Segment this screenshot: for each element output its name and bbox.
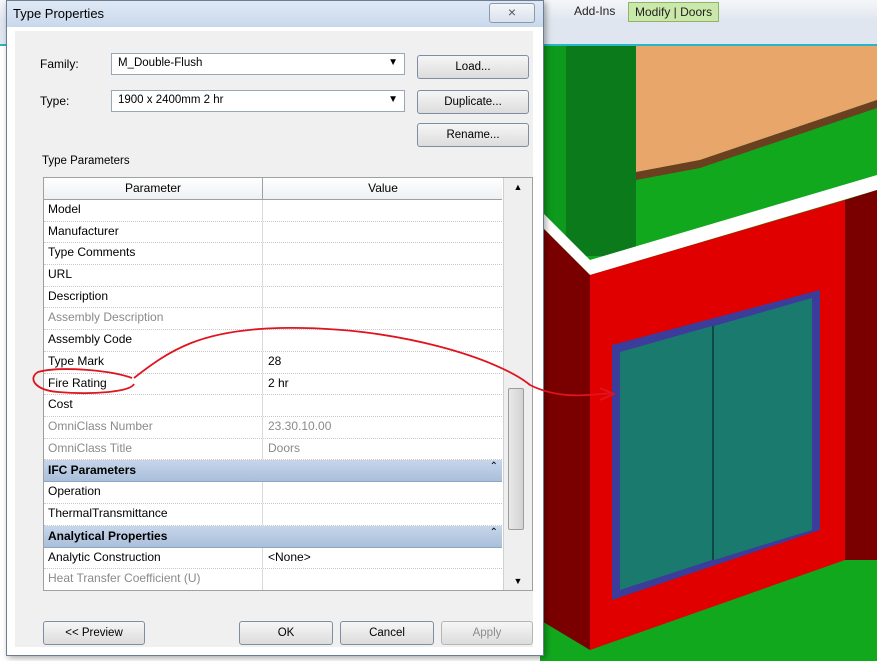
param-value: 23.30.10.00: [268, 418, 332, 433]
cancel-button[interactable]: Cancel: [340, 621, 434, 645]
param-name: OmniClass Title: [48, 440, 133, 455]
dialog-titlebar[interactable]: Type Properties ×: [7, 1, 543, 27]
close-icon: ×: [507, 4, 517, 20]
rename-button[interactable]: Rename...: [417, 123, 529, 147]
dialog-body: Family: M_Double-Flush ▼ Load... Type: 1…: [15, 31, 533, 647]
door-left-leaf: [620, 326, 712, 590]
chevron-down-icon: ▼: [388, 57, 398, 68]
table-row[interactable]: URL: [44, 265, 502, 287]
table-row[interactable]: Operation: [44, 482, 502, 504]
load-button[interactable]: Load...: [417, 55, 529, 79]
family-label: Family:: [40, 57, 79, 71]
table-row[interactable]: Description: [44, 286, 502, 309]
table-row[interactable]: Model: [44, 200, 502, 222]
wall-dark-side: [540, 225, 590, 650]
type-properties-dialog: Type Properties × Family: M_Double-Flush…: [6, 0, 544, 656]
chevron-down-icon: ▼: [388, 94, 398, 105]
param-value[interactable]: <None>: [268, 550, 311, 564]
param-name: Type Comments: [48, 245, 136, 260]
table-row[interactable]: Assembly Code: [44, 330, 502, 352]
grid-header: Parameter Value: [44, 178, 502, 200]
param-name: Operation: [48, 484, 101, 499]
column-header-value[interactable]: Value: [263, 181, 503, 195]
type-parameters-label: Type Parameters: [42, 155, 130, 167]
param-name: Analytic Construction: [48, 549, 161, 564]
type-value: 1900 x 2400mm 2 hr: [118, 94, 224, 106]
table-row[interactable]: Type Comments: [44, 243, 502, 266]
param-name: Manufacturer: [48, 223, 119, 238]
door-right-leaf: [714, 298, 812, 560]
param-name: Assembly Code: [48, 332, 133, 347]
grid-scrollbar[interactable]: ▲ ▼: [503, 178, 532, 590]
param-name: ThermalTransmittance: [48, 505, 168, 520]
ribbon-tab-addins[interactable]: Add-Ins: [568, 2, 621, 20]
grid-rows: Model Manufacturer Type Comments URL Des…: [44, 200, 502, 590]
scroll-thumb[interactable]: [508, 388, 524, 530]
table-row[interactable]: OmniClass Title Doors: [44, 438, 502, 461]
wall-return: [845, 190, 877, 560]
table-row[interactable]: Heat Transfer Coefficient (U): [44, 569, 502, 590]
type-label: Type:: [40, 94, 70, 108]
param-name: Cost: [48, 397, 73, 412]
ribbon-tab-modify-doors[interactable]: Modify | Doors: [628, 2, 720, 22]
column-header-parameter[interactable]: Parameter: [44, 181, 262, 195]
type-dropdown[interactable]: 1900 x 2400mm 2 hr ▼: [111, 90, 405, 112]
param-name: Type Mark: [48, 353, 105, 368]
param-name: Model: [48, 202, 81, 216]
type-parameters-grid: Parameter Value Model Manufacturer Type …: [43, 177, 533, 591]
family-dropdown[interactable]: M_Double-Flush ▼: [111, 53, 405, 75]
param-value[interactable]: 28: [268, 354, 281, 368]
table-row-fire-rating[interactable]: Fire Rating 2 hr: [44, 373, 502, 396]
param-name: OmniClass Number: [48, 418, 153, 433]
double-chevron-up-icon[interactable]: ⌃: [490, 527, 498, 538]
group-title: Analytical Properties: [48, 528, 168, 543]
param-name: URL: [48, 267, 73, 282]
table-row[interactable]: OmniClass Number 23.30.10.00: [44, 416, 502, 439]
table-row[interactable]: ThermalTransmittance: [44, 503, 502, 526]
group-header-analytical-properties[interactable]: Analytical Properties ⌃: [44, 525, 502, 548]
param-name: Assembly Description: [48, 310, 164, 325]
table-row[interactable]: Manufacturer: [44, 221, 502, 244]
table-row[interactable]: Analytic Construction <None>: [44, 547, 502, 570]
family-value: M_Double-Flush: [118, 57, 203, 69]
param-value[interactable]: 2 hr: [268, 376, 289, 390]
group-title: IFC Parameters: [48, 463, 137, 478]
double-chevron-up-icon[interactable]: ⌃: [490, 461, 498, 472]
param-name: Description: [48, 288, 109, 303]
green-column: [566, 46, 636, 256]
preview-button[interactable]: << Preview: [43, 621, 145, 645]
apply-button[interactable]: Apply: [441, 621, 533, 645]
table-row[interactable]: Type Mark 28: [44, 351, 502, 374]
group-header-ifc-parameters[interactable]: IFC Parameters ⌃: [44, 460, 502, 483]
ok-button[interactable]: OK: [239, 621, 333, 645]
table-row[interactable]: Cost: [44, 395, 502, 417]
scroll-up-arrow-icon[interactable]: ▲: [504, 178, 532, 196]
close-button[interactable]: ×: [489, 3, 535, 23]
dialog-title: Type Properties: [13, 6, 105, 21]
table-row[interactable]: Assembly Description: [44, 308, 502, 331]
scroll-down-arrow-icon[interactable]: ▼: [504, 572, 532, 590]
param-name: Fire Rating: [48, 375, 107, 390]
duplicate-button[interactable]: Duplicate...: [417, 90, 529, 114]
param-name: Heat Transfer Coefficient (U): [48, 571, 201, 586]
param-value: Doors: [268, 440, 301, 455]
